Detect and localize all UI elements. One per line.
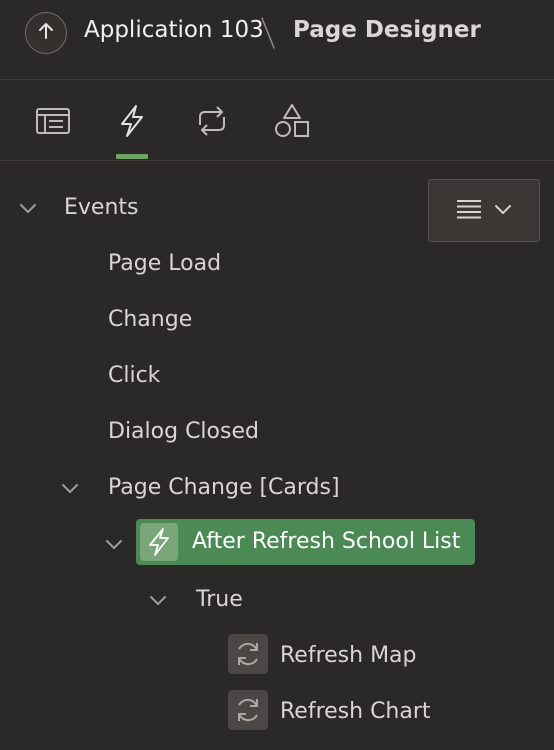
tree-node-refresh-chart[interactable]: Refresh Chart xyxy=(280,697,431,727)
tree-node-refresh-map[interactable]: Refresh Map xyxy=(280,641,417,671)
chevron-down-icon[interactable] xyxy=(18,201,38,215)
chevron-down-icon[interactable] xyxy=(148,593,168,607)
tab-dynamic-actions[interactable] xyxy=(112,103,152,143)
chevron-down-icon[interactable] xyxy=(104,537,124,551)
tree-node-selected-dynamic-action[interactable]: After Refresh School List xyxy=(136,519,475,565)
shapes-icon xyxy=(273,103,311,143)
tree-node-page-change-cards[interactable]: Page Change [Cards] xyxy=(108,473,340,503)
tab-processing[interactable] xyxy=(192,103,232,143)
list-icon xyxy=(456,198,482,224)
tree-node-true[interactable]: True xyxy=(196,585,243,615)
tree-node-events[interactable]: Events xyxy=(64,193,139,223)
chevron-down-icon xyxy=(494,201,512,220)
refresh-icon xyxy=(228,634,268,674)
tree-node-click[interactable]: Click xyxy=(108,361,160,391)
tree-node-page-load[interactable]: Page Load xyxy=(108,249,221,279)
header: Application 103 Page Designer xyxy=(0,0,554,80)
breadcrumb-separator xyxy=(258,15,278,55)
navigate-up-button[interactable] xyxy=(25,12,67,54)
tab-rendering[interactable] xyxy=(33,103,73,143)
page-title: Page Designer xyxy=(293,17,481,43)
refresh-icon xyxy=(194,105,230,141)
arrow-up-icon xyxy=(36,21,56,45)
lightning-icon xyxy=(117,104,147,142)
tree-node-dialog-closed[interactable]: Dialog Closed xyxy=(108,417,259,447)
chevron-down-icon[interactable] xyxy=(60,481,80,495)
tab-shared-components[interactable] xyxy=(272,103,312,143)
tree-node-change[interactable]: Change xyxy=(108,305,192,335)
refresh-icon xyxy=(228,690,268,730)
tree-menu-button[interactable] xyxy=(428,179,540,242)
tab-bar xyxy=(0,81,554,161)
active-tab-indicator xyxy=(116,154,148,159)
app-title[interactable]: Application 103 xyxy=(84,17,264,43)
lightning-icon xyxy=(140,523,178,561)
layout-icon xyxy=(35,107,71,139)
page-designer-panel: Application 103 Page Designer Events Pag… xyxy=(0,0,554,750)
selected-action-label: After Refresh School List xyxy=(192,529,461,554)
